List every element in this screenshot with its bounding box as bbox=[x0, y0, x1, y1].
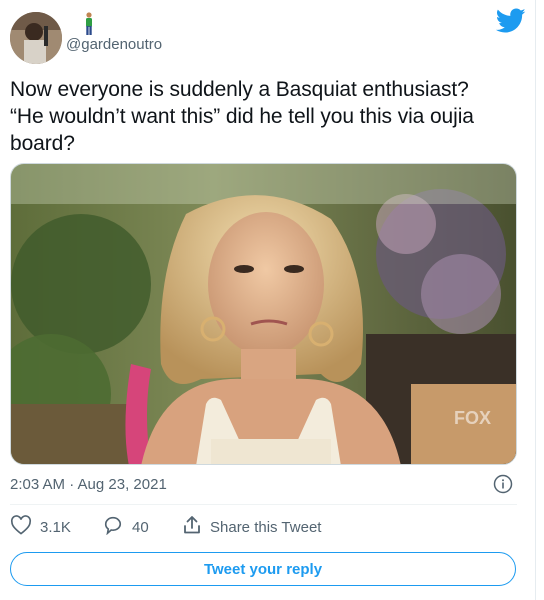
tweet-text-line: “He wouldn’t want this” did he tell you … bbox=[10, 105, 474, 128]
tweet-timestamp[interactable]: 2:03 AM · Aug 23, 2021 bbox=[10, 476, 167, 493]
person-standing-icon bbox=[84, 12, 94, 36]
reply-action-button[interactable]: 40 bbox=[102, 515, 149, 539]
heart-icon bbox=[10, 515, 32, 539]
tweet-text-line: Now everyone is suddenly a Basquiat enth… bbox=[10, 78, 469, 101]
share-label: Share this Tweet bbox=[210, 518, 322, 536]
reply-bubble-icon bbox=[102, 515, 124, 539]
fox-watermark: FOX bbox=[454, 408, 491, 428]
tweet-text-line: board? bbox=[10, 132, 75, 155]
reply-count: 40 bbox=[132, 518, 149, 536]
like-button[interactable]: 3.1K bbox=[10, 515, 71, 539]
info-icon[interactable] bbox=[493, 474, 513, 494]
tweet-text: Now everyone is suddenly a Basquiat enth… bbox=[10, 76, 510, 157]
tweet-media-image[interactable]: FOX bbox=[10, 163, 517, 465]
share-icon bbox=[182, 515, 202, 539]
tweet-card: @gardenoutro Now everyone is suddenly a … bbox=[0, 0, 536, 600]
share-button[interactable]: Share this Tweet bbox=[182, 515, 321, 539]
avatar[interactable] bbox=[10, 12, 62, 64]
tweet-actions: 3.1K 40 Share this Tweet bbox=[10, 515, 517, 541]
twitter-bird-icon[interactable] bbox=[495, 8, 526, 34]
tweet-header: @gardenoutro bbox=[10, 8, 526, 64]
user-handle[interactable]: @gardenoutro bbox=[66, 36, 162, 53]
tweet-your-reply-button[interactable]: Tweet your reply bbox=[10, 552, 516, 586]
divider bbox=[10, 504, 517, 505]
like-count: 3.1K bbox=[40, 518, 71, 536]
